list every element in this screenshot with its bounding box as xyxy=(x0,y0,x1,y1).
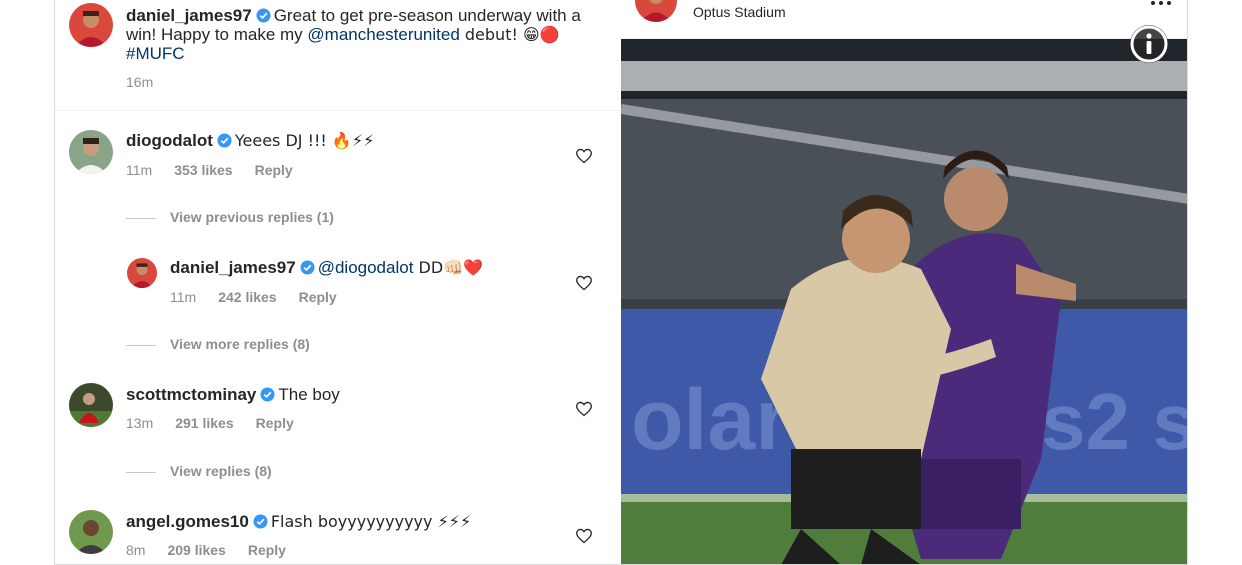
avatar[interactable] xyxy=(69,3,113,47)
comment-username[interactable]: angel.gomes10 xyxy=(126,512,249,531)
avatar[interactable] xyxy=(127,258,157,288)
reply-button[interactable]: Reply xyxy=(299,289,337,305)
avatar[interactable] xyxy=(69,383,113,427)
comment-meta: 11m 353 likes Reply xyxy=(126,162,315,178)
divider xyxy=(126,471,156,473)
caption-time: 16m xyxy=(126,74,154,90)
verified-badge-icon xyxy=(217,133,232,148)
location-link[interactable]: Optus Stadium xyxy=(693,4,786,20)
caption-username[interactable]: daniel_james97 xyxy=(126,6,252,25)
comment-time: 11m xyxy=(126,162,153,178)
reply-meta: 11m 242 likes Reply xyxy=(170,289,359,305)
more-options-icon[interactable] xyxy=(1149,0,1173,8)
verified-badge-icon xyxy=(300,260,315,275)
caption-mention-link[interactable]: @manchesterunited xyxy=(307,25,459,44)
comment-text: scottmctominay The boy xyxy=(126,385,340,404)
reply-button[interactable]: Reply xyxy=(255,162,293,178)
view-previous-replies-button[interactable]: View previous replies (1) xyxy=(126,209,334,225)
verified-badge-icon xyxy=(260,387,275,402)
divider xyxy=(126,217,156,219)
caption-text-line1: daniel_james97 Great to get pre-season un… xyxy=(126,6,581,25)
heart-icon[interactable] xyxy=(575,401,593,417)
comment-text: angel.gomes10 Flash boyyyyyyyyyy ⚡⚡⚡ xyxy=(126,512,472,531)
comment-likes[interactable]: 291 likes xyxy=(175,415,233,431)
reply-text: daniel_james97 @diogodalot DD👊🏻❤️ xyxy=(170,258,483,277)
info-icon[interactable] xyxy=(1129,24,1169,64)
avatar[interactable] xyxy=(69,130,113,174)
divider xyxy=(126,344,156,346)
avatar[interactable] xyxy=(69,510,113,554)
heart-icon[interactable] xyxy=(575,148,593,164)
reply-button[interactable]: Reply xyxy=(256,415,294,431)
comment-likes[interactable]: 209 likes xyxy=(167,542,225,558)
comment-text: diogodalot Yeees DJ !!! 🔥⚡⚡ xyxy=(126,131,375,150)
comment-username[interactable]: scottmctominay xyxy=(126,385,256,404)
heart-icon[interactable] xyxy=(575,528,593,544)
photo-header: Optus Stadium xyxy=(621,0,1187,39)
reply-mention-link[interactable]: @diogodalot xyxy=(318,258,414,277)
verified-badge-icon xyxy=(256,8,271,23)
comment-time: 8m xyxy=(126,542,146,558)
reply-time: 11m xyxy=(170,289,197,305)
view-replies-button[interactable]: View replies (8) xyxy=(126,463,272,479)
reply-button[interactable]: Reply xyxy=(248,542,286,558)
comment-time: 13m xyxy=(126,415,154,431)
caption-hashtag-link[interactable]: #MUFC xyxy=(126,44,185,64)
post-caption: daniel_james97 Great to get pre-season un… xyxy=(55,0,621,111)
svg-text:s2 s: s2 s xyxy=(1041,377,1188,466)
caption-text-line2: win! Happy to make my @manchesterunited … xyxy=(126,25,560,44)
comment-meta: 8m 209 likes Reply xyxy=(126,542,308,558)
reply-likes[interactable]: 242 likes xyxy=(218,289,276,305)
verified-badge-icon xyxy=(253,514,268,529)
view-more-replies-button[interactable]: View more replies (8) xyxy=(126,336,310,352)
comment-username[interactable]: diogodalot xyxy=(126,131,213,150)
post-card: daniel_james97 Great to get pre-season un… xyxy=(54,0,1188,565)
comments-panel: daniel_james97 Great to get pre-season un… xyxy=(55,0,621,564)
comment-likes[interactable]: 353 likes xyxy=(174,162,232,178)
post-photo[interactable]: olar s2 s xyxy=(621,39,1188,565)
heart-icon[interactable] xyxy=(575,275,593,291)
photo-pane: Optus Stadium olar s2 s xyxy=(621,0,1188,565)
reply-username[interactable]: daniel_james97 xyxy=(170,258,296,277)
comment-meta: 13m 291 likes Reply xyxy=(126,415,316,431)
avatar[interactable] xyxy=(635,0,677,22)
